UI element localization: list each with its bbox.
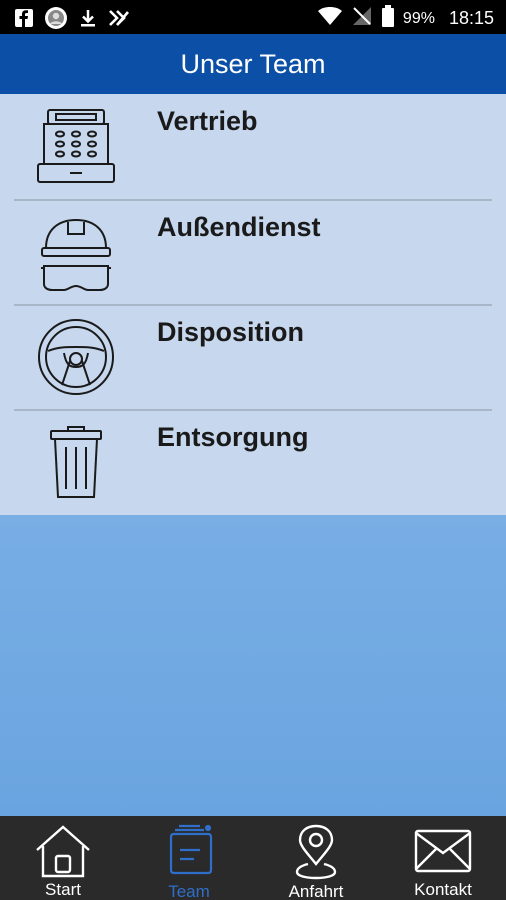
team-list: Vertrieb Außendienst Disposition Entsorg… bbox=[0, 94, 506, 515]
team-item-vertrieb[interactable]: Vertrieb bbox=[0, 94, 506, 199]
status-bar: 99% 18:15 bbox=[0, 0, 506, 34]
nav-start[interactable]: Start bbox=[0, 816, 126, 900]
bottom-nav: Start Team Anfahrt Kontakt bbox=[0, 816, 506, 900]
cash-register-icon bbox=[30, 104, 122, 188]
signal-icon bbox=[351, 6, 373, 31]
team-item-label: Vertrieb bbox=[157, 106, 258, 136]
team-item-aussendienst[interactable]: Außendienst bbox=[0, 200, 506, 305]
team-item-disposition[interactable]: Disposition bbox=[0, 305, 506, 410]
nav-kontakt[interactable]: Kontakt bbox=[380, 816, 506, 900]
nav-label: Team bbox=[168, 882, 210, 900]
team-item-label: Außendienst bbox=[157, 212, 321, 242]
trash-bin-icon bbox=[30, 420, 122, 504]
envelope-icon bbox=[414, 824, 472, 878]
steering-wheel-icon bbox=[30, 315, 122, 399]
system-status: 99% 18:15 bbox=[317, 5, 494, 32]
hardhat-goggles-icon bbox=[30, 210, 122, 294]
battery-icon bbox=[381, 5, 395, 32]
avatar-icon bbox=[44, 6, 68, 35]
nav-label: Anfahrt bbox=[288, 882, 344, 900]
facebook-icon bbox=[14, 8, 34, 33]
battery-percent: 99% bbox=[402, 9, 435, 27]
nav-label: Start bbox=[45, 880, 81, 899]
app-header: Unser Team bbox=[0, 34, 506, 94]
wifi-icon bbox=[317, 6, 343, 31]
team-item-entsorgung[interactable]: Entsorgung bbox=[0, 410, 506, 515]
nav-label: Kontakt bbox=[414, 880, 472, 899]
home-icon bbox=[34, 824, 92, 878]
location-pin-icon bbox=[294, 824, 338, 880]
notification-icons bbox=[14, 6, 130, 35]
team-item-label: Disposition bbox=[157, 317, 304, 347]
page-title: Unser Team bbox=[180, 48, 326, 79]
content-area: Vertrieb Außendienst Disposition Entsorg… bbox=[0, 94, 506, 816]
notification-icon bbox=[108, 8, 130, 33]
nav-team[interactable]: Team bbox=[126, 816, 252, 900]
nav-anfahrt[interactable]: Anfahrt bbox=[253, 816, 379, 900]
download-icon bbox=[78, 8, 98, 33]
team-icon bbox=[164, 824, 214, 880]
clock: 18:15 bbox=[448, 8, 494, 28]
team-item-label: Entsorgung bbox=[157, 422, 309, 452]
